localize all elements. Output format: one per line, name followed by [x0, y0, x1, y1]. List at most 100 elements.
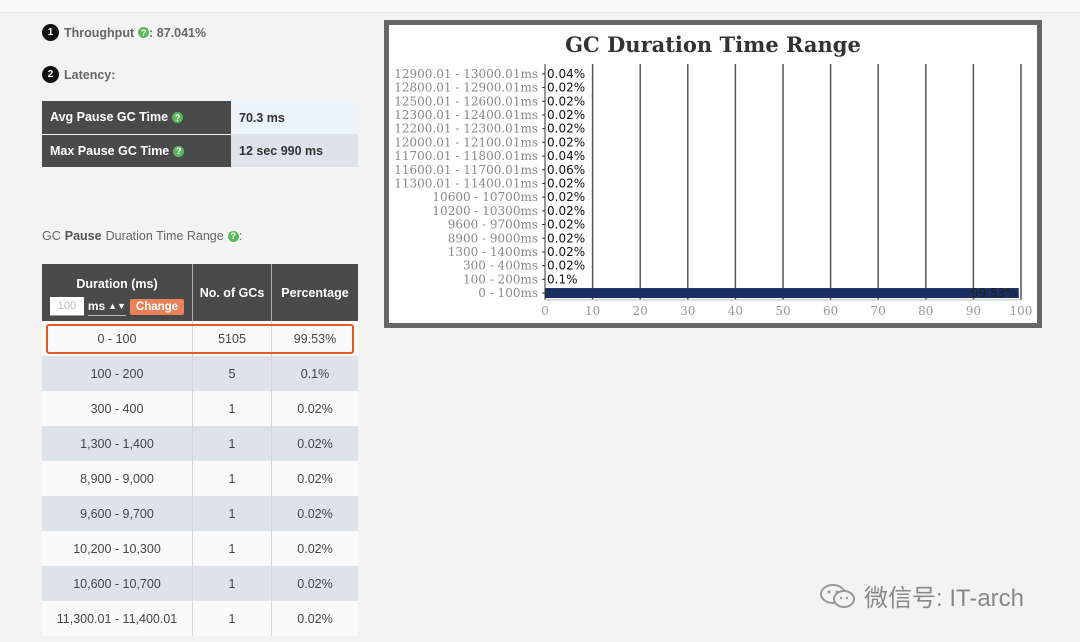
data-label: 0.04% — [547, 149, 585, 163]
duration-table: Duration (ms) 100 ms ▲▼ Change No. of GCs… — [42, 264, 358, 636]
unit-size-input[interactable]: 100 — [49, 297, 84, 316]
pause-stat-value: 12 sec 990 ms — [231, 134, 358, 167]
pause-stat-label: Avg Pause GC Time? — [42, 101, 231, 135]
data-label: 0.04% — [547, 67, 585, 81]
category-label: 1300 - 1400ms — [448, 245, 538, 259]
x-tick-label: 70 — [871, 304, 886, 318]
category-label: 9600 - 9700ms — [448, 218, 538, 232]
watermark: 微信号: IT-arch — [818, 578, 1024, 613]
bar — [545, 288, 1019, 299]
watermark-text: 微信号: IT-arch — [864, 585, 1025, 612]
percentage-cell: 0.02% — [271, 461, 358, 496]
x-tick-label: 60 — [823, 304, 838, 318]
col-percentage: Percentage — [271, 264, 358, 321]
category-label: 11700.01 - 11800.01ms — [394, 149, 538, 163]
x-tick-label: 80 — [918, 304, 933, 318]
section-title-bold: Pause — [64, 229, 102, 243]
count-cell: 1 — [192, 461, 272, 496]
section-title: GC Pause Duration Time Range ?: — [42, 229, 243, 243]
duration-cell: 100 - 200 — [42, 356, 193, 391]
x-tick-label: 90 — [966, 304, 981, 318]
category-label: 11300.01 - 11400.01ms — [394, 176, 538, 190]
duration-cell: 1,300 - 1,400 — [42, 426, 193, 461]
table-row: Max Pause GC Time? 12 sec 990 ms — [42, 134, 358, 168]
count-cell: 1 — [192, 391, 272, 426]
category-label: 12300.01 - 12400.01ms — [394, 108, 538, 122]
table-row: 11,300.01 - 11,400.01 1 0.02% — [42, 601, 358, 636]
col-duration: Duration (ms) 100 ms ▲▼ Change — [42, 264, 193, 321]
change-button[interactable]: Change — [129, 298, 185, 315]
throughput-metric: 1 Throughput ? : 87.041% — [42, 24, 206, 41]
count-cell: 1 — [192, 566, 272, 601]
category-label: 0 - 100ms — [478, 286, 538, 300]
duration-cell: 10,200 - 10,300 — [42, 531, 193, 566]
duration-cell: 10,600 - 10,700 — [42, 566, 193, 601]
table-row: 100 - 200 5 0.1% — [42, 356, 358, 391]
count-cell: 1 — [192, 601, 272, 636]
category-label: 12000.01 - 12100.01ms — [394, 135, 538, 149]
duration-cell: 9,600 - 9,700 — [42, 496, 193, 531]
latency-label: Latency: — [64, 67, 116, 82]
unit-select[interactable]: ms ▲▼ — [88, 297, 126, 316]
table-row: 0 - 100 5105 99.53% — [42, 321, 358, 356]
category-label: 12900.01 - 13000.01ms — [394, 67, 538, 81]
category-label: 12800.01 - 12900.01ms — [394, 81, 538, 95]
help-icon[interactable]: ? — [227, 230, 239, 242]
table-row: 10,600 - 10,700 1 0.02% — [42, 566, 358, 601]
percentage-cell: 99.53% — [271, 321, 358, 356]
duration-cell: 11,300.01 - 11,400.01 — [42, 601, 193, 636]
chart-title: GC Duration Time Range — [565, 32, 861, 57]
duration-cell: 8,900 - 9,000 — [42, 461, 193, 496]
x-tick-label: 100 — [1010, 304, 1033, 318]
latency-metric: 2 Latency: — [42, 66, 115, 83]
data-label: 0.02% — [547, 218, 585, 232]
help-icon[interactable]: ? — [172, 112, 184, 124]
category-label: 300 - 400ms — [463, 259, 538, 273]
gc-duration-chart: GC Duration Time Range 12900.01 - 13000.0… — [389, 25, 1037, 323]
table-row: Avg Pause GC Time? 70.3 ms — [42, 101, 358, 135]
data-label: 0.02% — [547, 135, 585, 149]
data-label: 0.02% — [547, 259, 585, 273]
percentage-cell: 0.1% — [271, 356, 358, 391]
help-icon[interactable]: ? — [173, 145, 185, 157]
step-number-badge: 1 — [42, 24, 59, 41]
table-row: 10,200 - 10,300 1 0.02% — [42, 531, 358, 566]
percentage-cell: 0.02% — [271, 391, 358, 426]
x-tick-label: 30 — [680, 304, 695, 318]
category-label: 10200 - 10300ms — [432, 204, 538, 218]
data-label: 0.02% — [547, 81, 585, 95]
percentage-cell: 0.02% — [271, 601, 358, 636]
count-cell: 5 — [192, 356, 272, 391]
count-cell: 1 — [192, 531, 272, 566]
category-label: 11600.01 - 11700.01ms — [394, 163, 538, 177]
table-row: 1,300 - 1,400 1 0.02% — [42, 426, 358, 461]
x-tick-label: 50 — [775, 304, 790, 318]
category-label: 12200.01 - 12300.01ms — [394, 122, 538, 136]
data-label: 0.02% — [547, 245, 585, 259]
chart-svg: GC Duration Time Range 12900.01 - 13000.0… — [394, 32, 1033, 318]
top-border — [0, 0, 1080, 13]
data-label: 0.02% — [547, 108, 585, 122]
sort-arrows-icon: ▲▼ — [108, 301, 126, 311]
x-tick-label: 10 — [585, 304, 600, 318]
pause-stats-table: Avg Pause GC Time? 70.3 ms Max Pause GC … — [42, 101, 358, 168]
data-label: 99.53% — [971, 286, 1017, 300]
data-label: 0.02% — [547, 176, 585, 190]
count-cell: 1 — [192, 426, 272, 461]
count-cell: 1 — [192, 496, 272, 531]
data-label: 0.02% — [547, 190, 585, 204]
pause-stat-value: 70.3 ms — [231, 101, 358, 134]
data-label: 0.02% — [547, 122, 585, 136]
percentage-cell: 0.02% — [271, 531, 358, 566]
throughput-value: : 87.041% — [149, 25, 207, 40]
x-tick-label: 20 — [633, 304, 648, 318]
x-tick-label: 40 — [728, 304, 743, 318]
chart-frame: GC Duration Time Range 12900.01 - 13000.0… — [384, 20, 1042, 328]
duration-cell: 300 - 400 — [42, 391, 193, 426]
pause-stat-label: Max Pause GC Time? — [42, 134, 231, 168]
help-icon[interactable]: ? — [138, 27, 150, 38]
percentage-cell: 0.02% — [271, 566, 358, 601]
category-label: 8900 - 9000ms — [448, 231, 538, 245]
data-label: 0.02% — [547, 231, 585, 245]
data-label: 0.06% — [547, 163, 585, 177]
